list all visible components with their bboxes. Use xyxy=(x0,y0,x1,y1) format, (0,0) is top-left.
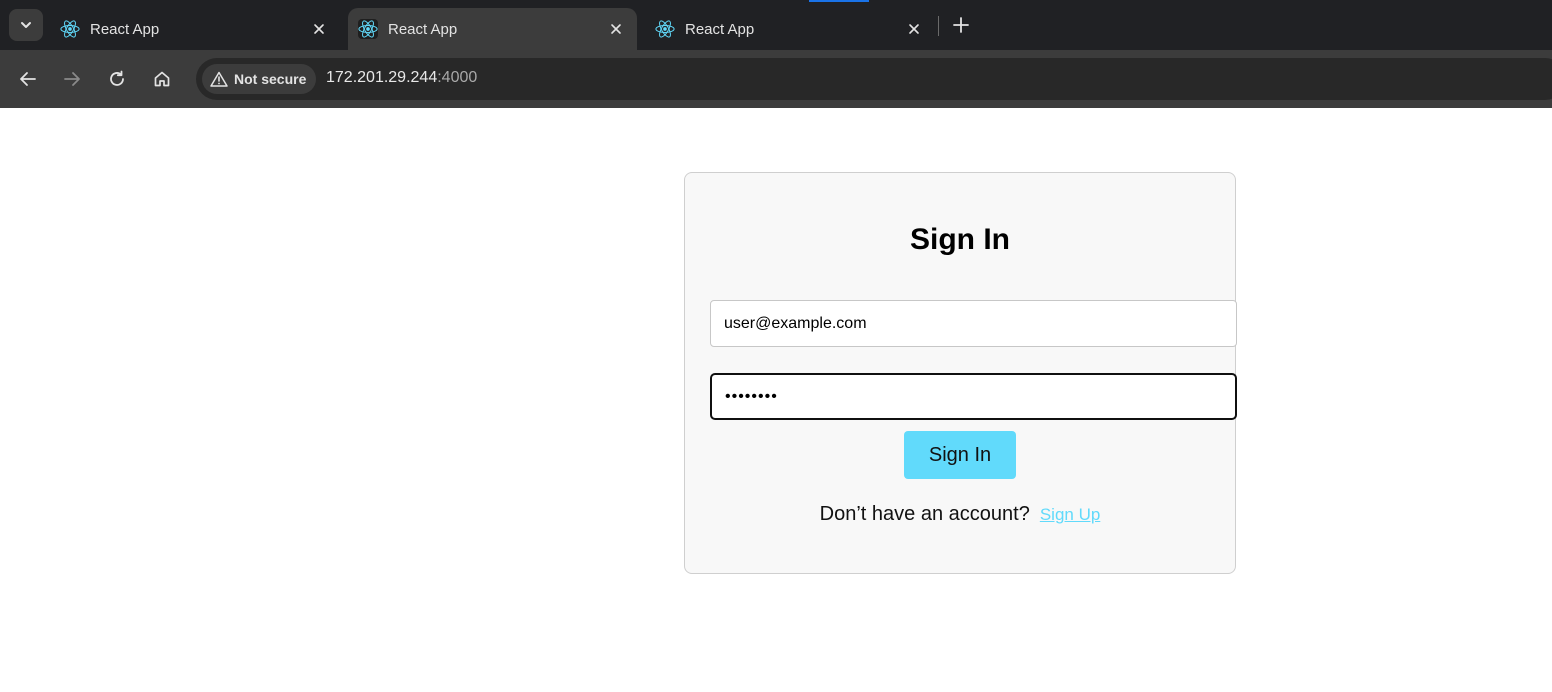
url-port: :4000 xyxy=(437,69,478,86)
signup-row: Don’t have an account? Sign Up xyxy=(685,503,1235,526)
tab-title: React App xyxy=(685,20,755,38)
warning-icon xyxy=(210,71,228,87)
reload-button[interactable] xyxy=(102,64,132,94)
signup-prompt: Don’t have an account? xyxy=(819,503,1030,525)
tab-2[interactable]: React App xyxy=(348,8,637,50)
reload-icon xyxy=(110,70,124,86)
tab-1[interactable]: React App xyxy=(50,8,340,50)
security-label: Not secure xyxy=(234,71,307,87)
tab-3[interactable]: React App xyxy=(645,8,935,50)
signin-button[interactable]: Sign In xyxy=(904,431,1016,479)
url-host: 172.201.29.244 xyxy=(326,69,438,86)
react-icon xyxy=(655,19,675,39)
security-indicator[interactable]: Not secure xyxy=(202,64,317,94)
chevron-down-icon xyxy=(21,22,31,28)
password-field[interactable] xyxy=(710,373,1237,420)
signin-card: Sign In Sign In Don’t have an account? Si… xyxy=(684,172,1237,574)
tab-separator xyxy=(938,16,939,36)
close-icon[interactable] xyxy=(308,18,330,40)
forward-button[interactable] xyxy=(57,64,87,94)
browser-toolbar: Not secure 172.201.29.244:4000 xyxy=(0,50,1552,108)
plus-icon xyxy=(953,17,969,33)
page-title: Sign In xyxy=(910,223,1010,256)
close-icon[interactable] xyxy=(903,18,925,40)
back-arrow-icon xyxy=(20,72,36,86)
react-icon xyxy=(358,19,378,39)
tab-strip-accent xyxy=(809,0,869,2)
tab-search-button[interactable] xyxy=(9,9,43,41)
new-tab-button[interactable] xyxy=(948,12,974,38)
address-bar[interactable]: Not secure 172.201.29.244:4000 xyxy=(196,58,1552,100)
back-button[interactable] xyxy=(13,64,43,94)
signup-link[interactable]: Sign Up xyxy=(1040,505,1100,524)
home-icon xyxy=(154,71,170,87)
url-text[interactable]: 172.201.29.244:4000 xyxy=(326,69,477,87)
email-field[interactable] xyxy=(710,300,1237,347)
close-icon[interactable] xyxy=(605,18,627,40)
react-icon xyxy=(60,19,80,39)
tab-title: React App xyxy=(90,20,160,38)
tab-strip: React App React App React App xyxy=(0,0,1552,50)
forward-arrow-icon xyxy=(64,72,80,86)
tab-title: React App xyxy=(388,20,458,38)
home-button[interactable] xyxy=(147,64,177,94)
